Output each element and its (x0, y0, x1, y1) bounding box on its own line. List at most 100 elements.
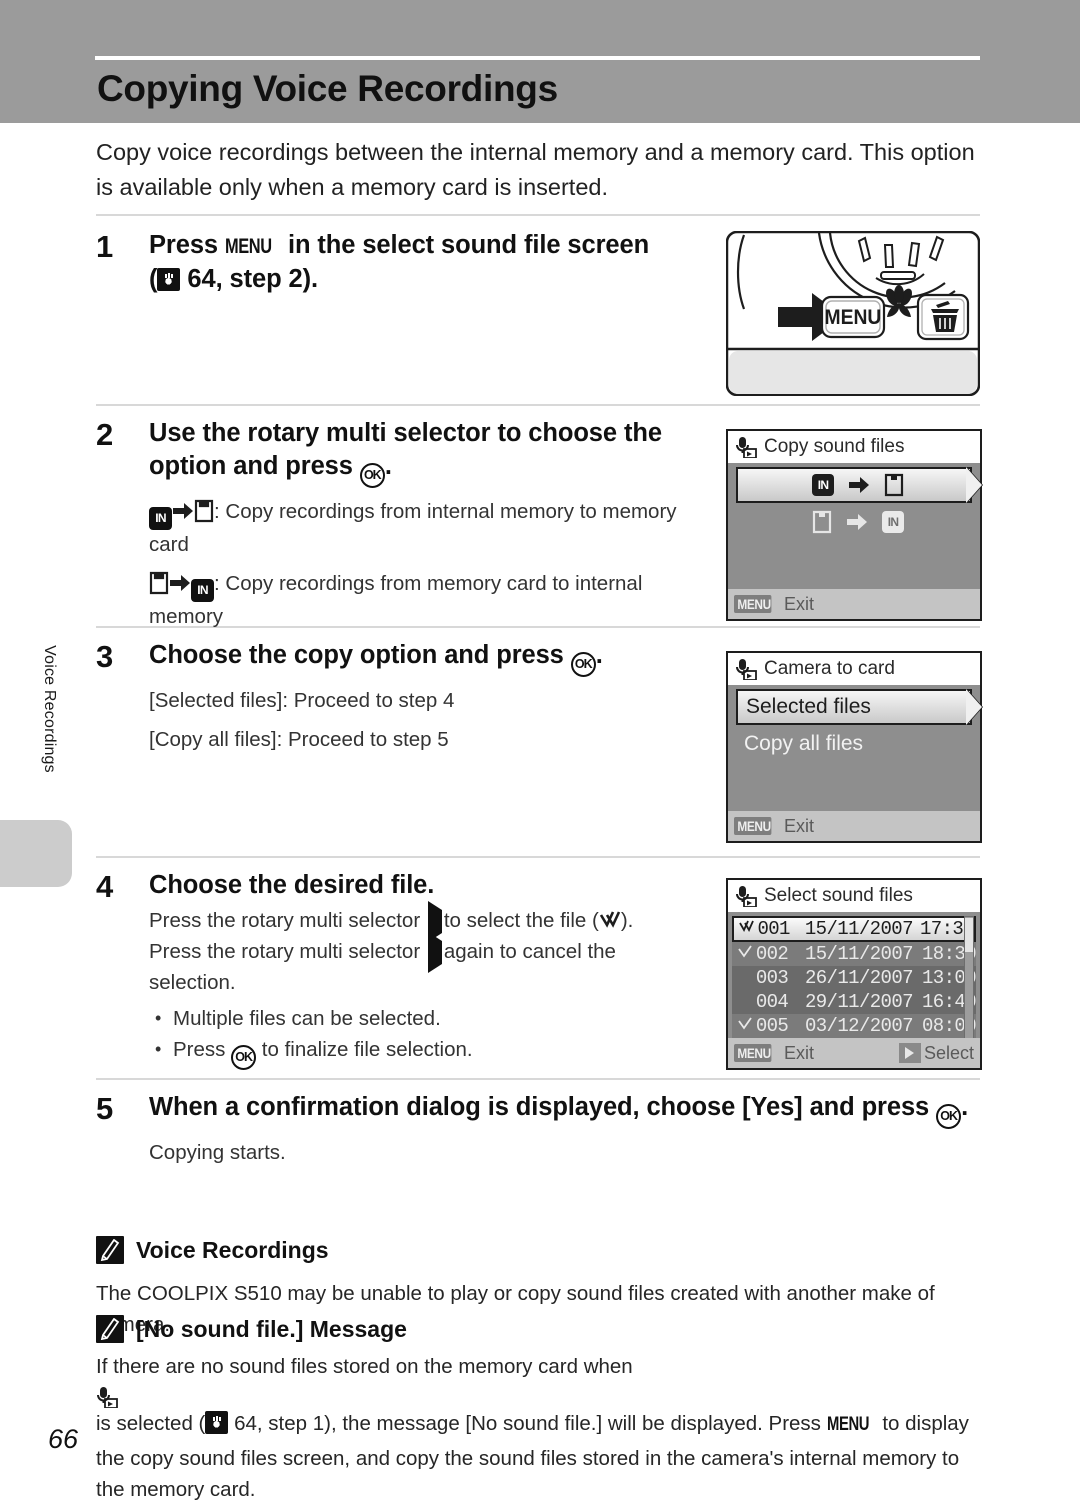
step-4-sub-1a: Press the rotary multi selector (149, 909, 426, 932)
footer-select-group[interactable]: Select (898, 1042, 974, 1064)
step-2-heading-b: . (384, 452, 392, 480)
menu-item-label: Copy all files (744, 731, 864, 755)
step-4-bullet-2b: to finalize file selection. (256, 1038, 473, 1061)
step-2-body: Use the rotary multi selector to choose … (149, 417, 696, 632)
step-1-body: Press MENU in the select sound file scre… (149, 229, 649, 296)
footer-select-label: Select (923, 1042, 974, 1063)
footer-exit-label: Exit (784, 593, 815, 614)
screen-title-bar: Copy sound files (728, 431, 980, 463)
screen-title: Camera to card (764, 658, 895, 679)
file-number: 001 (757, 918, 790, 940)
menu-item-card-to-internal[interactable]: IN (736, 505, 972, 538)
step-5-sub-1: Copying starts. (149, 1141, 286, 1164)
step-2-number: 2 (96, 417, 114, 452)
step-3-heading-b: . (595, 641, 603, 669)
step-2-sub-1-text: : Copy recordings from internal memory t… (149, 500, 677, 556)
header-rule (95, 56, 980, 60)
file-list-row[interactable]: 001 15/11/2007 17:30 (732, 916, 976, 942)
step-2-sub-2-text: : Copy recordings from memory card to in… (149, 572, 643, 628)
page-title: Copying Voice Recordings (97, 68, 558, 109)
step-4-sub-1: Press the rotary multi selector to selec… (149, 901, 696, 998)
screen-select-sound-files: Select sound files 001 15/11/2007 17:30 … (726, 878, 982, 1070)
memory-card-icon (149, 571, 169, 595)
step-5-heading-a: When a confirmation dialog is displayed,… (149, 1093, 937, 1121)
menu-chip-icon: MENU (734, 595, 772, 613)
file-list-row[interactable]: 003 26/11/2007 13:00 (732, 966, 977, 990)
step-1-heading-b: in the select sound file screen (280, 231, 650, 259)
page-reference-icon (157, 268, 181, 291)
screen-body: Selected files Copy all files (728, 685, 982, 811)
step-5-body: When a confirmation dialog is displayed,… (149, 1091, 968, 1168)
menu-wordmark-icon: MENU (224, 235, 272, 258)
step-1-heading: Press MENU in the select sound file scre… (149, 229, 649, 296)
note-2-text: If there are no sound files stored on th… (96, 1351, 986, 1505)
menu-item-copy-all-files[interactable]: Copy all files (736, 727, 972, 760)
intro-paragraph: Copy voice recordings between the intern… (96, 139, 975, 200)
file-number: 004 (755, 991, 789, 1013)
step-4-sub-1c: ). (620, 909, 634, 932)
trash-button (916, 293, 970, 341)
step-2-sub-1: IN: Copy recordings from internal memory… (149, 497, 696, 560)
multi-selector-right-icon (427, 932, 442, 973)
file-date: 03/12/2007 (804, 1015, 914, 1037)
step-2-sub-2: IN: Copy recordings from memory card to … (149, 569, 696, 632)
screen-camera-to-card: Camera to card Selected files Copy all f… (726, 651, 982, 843)
step-4-sub-1b: to select the file ( (443, 909, 599, 932)
note-2-text-b: is selected ( (96, 1412, 206, 1435)
file-list-row[interactable]: 004 29/11/2007 16:40 (732, 990, 977, 1014)
sound-file-icon (96, 1386, 986, 1408)
step-5-heading-b: . (961, 1093, 969, 1121)
menu-wordmark-icon: MENU (826, 1414, 869, 1435)
step-3-sub-1: [Selected files]: Proceed to step 4 (149, 689, 455, 712)
internal-memory-icon: IN (812, 474, 834, 496)
divider-2 (96, 404, 980, 406)
menu-item-internal-to-card[interactable]: IN (736, 467, 982, 503)
step-4-bullet-2: Press OK to finalize file selection. (149, 1034, 696, 1070)
checkmark-icon (599, 911, 621, 931)
ok-button-icon: OK (359, 463, 385, 488)
screen-title-bar: Select sound files (728, 880, 980, 912)
ok-button-icon: OK (570, 652, 596, 677)
internal-memory-icon: IN (149, 507, 172, 530)
note-1-header: Voice Recordings (96, 1236, 329, 1264)
screen-body: 001 15/11/2007 17:30 002 15/11/2007 18:3… (728, 912, 980, 1044)
step-3-number: 3 (96, 639, 114, 674)
scrollbar-thumb[interactable] (965, 918, 973, 952)
file-number: 003 (755, 967, 789, 989)
step-4-bullets: Multiple files can be selected. Press OK… (149, 1003, 696, 1070)
note-1-title: Voice Recordings (136, 1236, 329, 1263)
screen-body: IN IN (728, 463, 982, 589)
footer-exit-label: Exit (784, 815, 815, 836)
file-list: 001 15/11/2007 17:30 002 15/11/2007 18:3… (732, 916, 977, 1044)
step-4-bullet-1: Multiple files can be selected. (149, 1003, 696, 1034)
menu-chip-icon: MENU (734, 817, 772, 835)
step-4-body: Choose the desired file. Press the rotar… (149, 869, 696, 1070)
memory-card-icon (194, 499, 214, 523)
screen-title: Select sound files (764, 885, 913, 906)
file-list-row[interactable]: 002 15/11/2007 18:30 (732, 942, 977, 966)
screen-footer: MENU Exit Select (728, 1038, 980, 1068)
sound-file-icon (735, 436, 757, 458)
step-4-bullet-2a: Press (173, 1038, 232, 1061)
selection-pointer-icon (966, 689, 982, 725)
note-2-text-c: 64, step 1), the message [No sound file.… (234, 1412, 827, 1435)
page-number: 66 (48, 1424, 79, 1454)
step-5-number: 5 (96, 1091, 114, 1126)
step-3-heading-a: Choose the copy option and press (149, 641, 571, 669)
screen-footer: MENU Exit (728, 589, 980, 619)
screen-copy-sound-files: Copy sound files IN IN MENU Exit (726, 429, 982, 621)
sound-file-icon (735, 658, 757, 680)
side-tab-label: Voice Recordings (41, 645, 58, 773)
menu-item-selected-files[interactable]: Selected files (736, 689, 982, 725)
file-list-row[interactable]: 005 03/12/2007 08:00 (732, 1014, 977, 1038)
arrow-right-icon (169, 573, 191, 593)
selection-pointer-icon (966, 467, 982, 503)
file-check-icon (734, 1015, 756, 1037)
internal-memory-icon: IN (191, 579, 214, 602)
file-number: 005 (755, 1015, 789, 1037)
arrow-right-icon (172, 501, 194, 521)
step-4-sub-2a: Press the rotary multi selector (149, 940, 426, 963)
footer-exit-label: Exit (784, 1042, 815, 1063)
arrow-right-icon (846, 512, 868, 532)
ok-button-icon: OK (936, 1104, 962, 1129)
